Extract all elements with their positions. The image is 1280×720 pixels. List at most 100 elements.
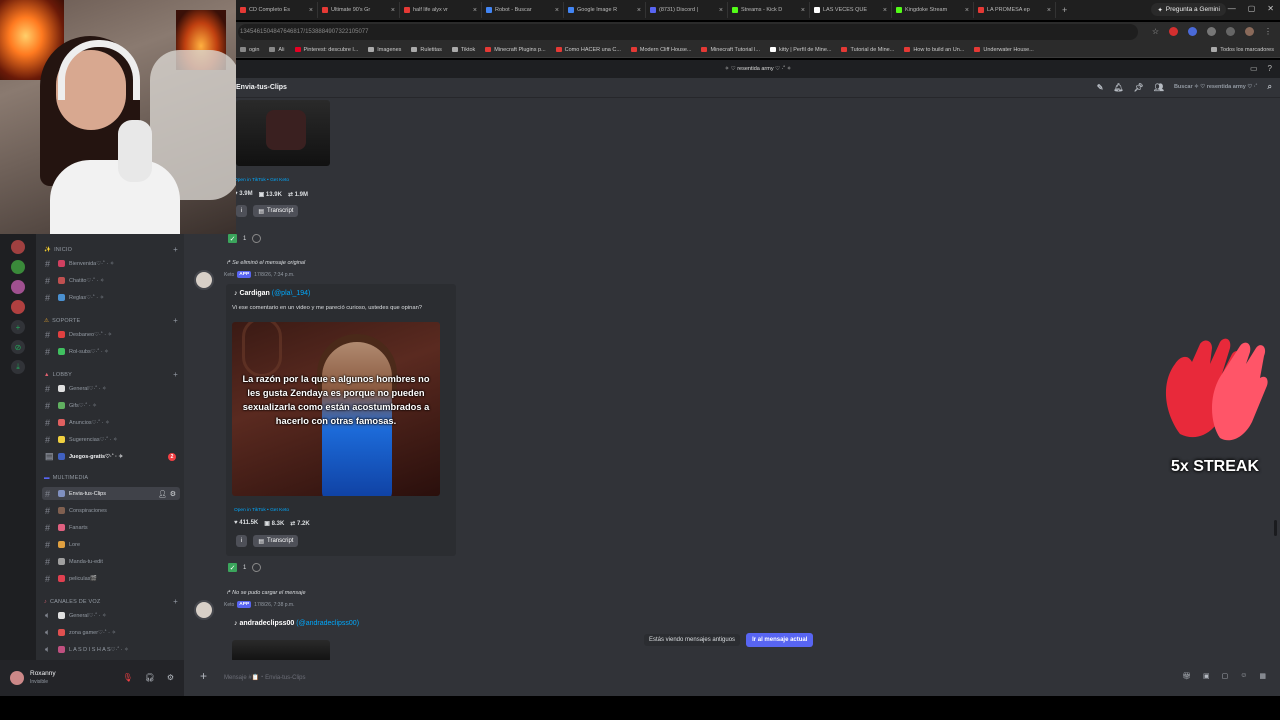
download-icon[interactable]: ⤓: [11, 360, 25, 374]
channel-gifs[interactable]: # Gifs♡·˚ · ✧: [42, 399, 180, 412]
tiktok-link[interactable]: Open in TikTok • Get Keto: [234, 508, 289, 513]
server-icon[interactable]: [11, 300, 25, 314]
browser-tab[interactable]: LAS VECES QUE ×: [810, 2, 892, 18]
bookmark-item[interactable]: Minecraft Plugins p...: [485, 47, 546, 53]
bookmark-item[interactable]: Pinterest: descubre l...: [294, 47, 358, 53]
channel-lore[interactable]: # Lore: [42, 538, 180, 551]
video-player[interactable]: La razón por la que a algunos hombres no…: [232, 322, 440, 496]
transcript-button[interactable]: ▤ Transcript: [253, 535, 299, 547]
channel-desbaneo[interactable]: # Desbaneo♡·˚ · ✧: [42, 328, 180, 341]
close-tab-icon[interactable]: ×: [1047, 7, 1051, 14]
bookmark-item[interactable]: Underwater House...: [974, 47, 1034, 53]
browser-tab[interactable]: Kingdoke Stream ×: [892, 2, 974, 18]
category-inicio[interactable]: ✨ INICIO +: [44, 245, 178, 254]
attach-plus-icon[interactable]: +: [200, 669, 207, 683]
category-multimedia[interactable]: ▬ MULTIMEDIA: [44, 475, 178, 481]
voice-channel-lasdishas[interactable]: 🔈︎ L A S D I S H A S♡·˚ · ✧: [42, 643, 180, 656]
channel-conspiraciones[interactable]: # Conspiraciones: [42, 504, 180, 517]
url-field[interactable]: 1345461504847646817/1538884907322105077: [238, 24, 1138, 40]
notification-bell-icon[interactable]: 🔔︎: [1113, 83, 1123, 92]
channel-fanarts[interactable]: # Fanarts: [42, 521, 180, 534]
category-soporte[interactable]: ⚠ SOPORTE +: [44, 316, 178, 325]
bookmark-item[interactable]: ogin: [240, 47, 259, 53]
server-icon[interactable]: [11, 280, 25, 294]
info-button[interactable]: i: [236, 535, 248, 547]
extension-icon[interactable]: [1226, 27, 1235, 36]
bookmark-item[interactable]: Tutorial de Mine...: [841, 47, 894, 53]
channel-chatito[interactable]: # Chatito♡·˚ · ✧: [42, 274, 180, 287]
channel-anuncios[interactable]: # Anuncios♡·˚ · ✧: [42, 416, 180, 429]
close-tab-icon[interactable]: ×: [309, 7, 313, 14]
browser-tab[interactable]: Robot - Buscar ×: [482, 2, 564, 18]
bookmark-item[interactable]: Ruletitas: [411, 47, 442, 53]
voice-channel-general[interactable]: 🔈︎ General♡·˚ · ✧: [42, 609, 180, 622]
add-reaction-icon[interactable]: [252, 234, 262, 243]
gift-icon[interactable]: 🎁︎: [1182, 672, 1191, 680]
explore-icon[interactable]: ⊘: [11, 340, 25, 354]
channel-sugerencias[interactable]: # Sugerencias♡·˚ · ✧: [42, 433, 180, 446]
help-icon[interactable]: ?: [1268, 64, 1272, 73]
server-icon[interactable]: [11, 260, 25, 274]
close-tab-icon[interactable]: ×: [719, 7, 723, 14]
jump-to-present-button[interactable]: Ir al mensaje actual: [746, 633, 814, 647]
channel-reglas[interactable]: # Reglas♡·˚ · ✧: [42, 291, 180, 304]
channel-manda-tu-edit[interactable]: # Manda-tu-edit: [42, 555, 180, 568]
emoji-picker-icon[interactable]: ☺: [1240, 672, 1247, 680]
browser-tab[interactable]: Google Image R ×: [564, 2, 646, 18]
close-tab-icon[interactable]: ×: [965, 7, 969, 14]
bookmark-item[interactable]: How to build an Un...: [904, 47, 964, 53]
invite-icon[interactable]: 👤︎: [158, 490, 167, 498]
embed-author[interactable]: ♪ andradeclipss00 (@andradeclipss00): [234, 620, 359, 627]
close-icon[interactable]: ✕: [1267, 4, 1274, 13]
transcript-button[interactable]: ▤ Transcript: [253, 205, 299, 217]
all-bookmarks-folder[interactable]: Todos los marcadores: [1211, 47, 1274, 53]
message-input[interactable]: Mensaje #📋・Envia-tus-Clips: [224, 672, 306, 681]
add-channel-icon[interactable]: +: [173, 316, 178, 325]
avatar[interactable]: [194, 600, 214, 620]
apps-icon[interactable]: ▦: [1259, 672, 1266, 680]
star-icon[interactable]: ☆: [1152, 27, 1159, 36]
browser-tab[interactable]: half life alyx vr ×: [400, 2, 482, 18]
threads-icon[interactable]: ✎: [1097, 83, 1104, 92]
search-input[interactable]: Buscar ✧ ♡ resentida army ♡ ·˚: [1174, 84, 1258, 90]
bookmark-item[interactable]: Como HACER una C...: [555, 47, 621, 53]
close-tab-icon[interactable]: ×: [473, 7, 477, 14]
add-channel-icon[interactable]: +: [173, 370, 178, 379]
bookmark-item[interactable]: Imagenes: [368, 47, 401, 53]
headphones-icon[interactable]: 🎧︎: [145, 673, 155, 682]
browser-tab[interactable]: Streams - Kick D ×: [728, 2, 810, 18]
close-tab-icon[interactable]: ×: [637, 7, 641, 14]
tiktok-link[interactable]: Open in TikTok • Get Keto: [234, 178, 289, 183]
gear-icon[interactable]: ⚙: [170, 490, 176, 498]
add-server-icon[interactable]: +: [11, 320, 25, 334]
channel-bienvenida[interactable]: # Bienvenida♡·˚ · ✧: [42, 257, 180, 270]
search-icon[interactable]: ⌕: [1268, 82, 1272, 92]
pin-icon[interactable]: 📌︎: [1134, 83, 1144, 92]
reply-reference[interactable]: ↱ Se eliminó el mensaje original: [226, 260, 305, 266]
channel-envia-tus-clips[interactable]: # Envia-tus-Clips 👤︎ ⚙: [42, 487, 180, 500]
members-icon[interactable]: 👥︎: [1154, 83, 1164, 92]
channel-rol-subs[interactable]: # Rol-subs♡·˚ · ✧: [42, 345, 180, 358]
extension-icon[interactable]: [1207, 27, 1216, 36]
browser-tab[interactable]: (8731) Discord | ×: [646, 2, 728, 18]
channel-general[interactable]: # General♡·˚ · ✧: [42, 382, 180, 395]
close-tab-icon[interactable]: ×: [801, 7, 805, 14]
voice-channel-zona-gamer[interactable]: 🔈︎ zona gamer♡·˚ · ✧: [42, 626, 180, 639]
channel-juegos-gratis[interactable]: ▤ Juegos-gratis♡·˚ · ✧ 2: [42, 450, 180, 463]
video-thumbnail[interactable]: [232, 640, 330, 660]
add-channel-icon[interactable]: +: [173, 245, 178, 254]
browser-tab[interactable]: LA PROMESA ep ×: [974, 2, 1056, 18]
menu-icon[interactable]: ⋮: [1264, 27, 1272, 36]
extension-icon[interactable]: [1188, 27, 1197, 36]
browser-tab[interactable]: CD Completo Es ×: [236, 2, 318, 18]
gear-icon[interactable]: ⚙: [167, 673, 174, 682]
info-button[interactable]: i: [236, 205, 248, 217]
close-tab-icon[interactable]: ×: [391, 7, 395, 14]
new-tab-icon[interactable]: +: [1062, 5, 1067, 15]
add-reaction-icon[interactable]: [252, 563, 262, 572]
server-icon[interactable]: [11, 240, 25, 254]
profile-avatar-icon[interactable]: [1245, 27, 1254, 36]
sticker-icon[interactable]: ▢: [1222, 672, 1229, 680]
message-username[interactable]: Keto: [224, 272, 234, 278]
embed-author[interactable]: ♪ Cardigan (@pla\_194): [234, 290, 310, 297]
